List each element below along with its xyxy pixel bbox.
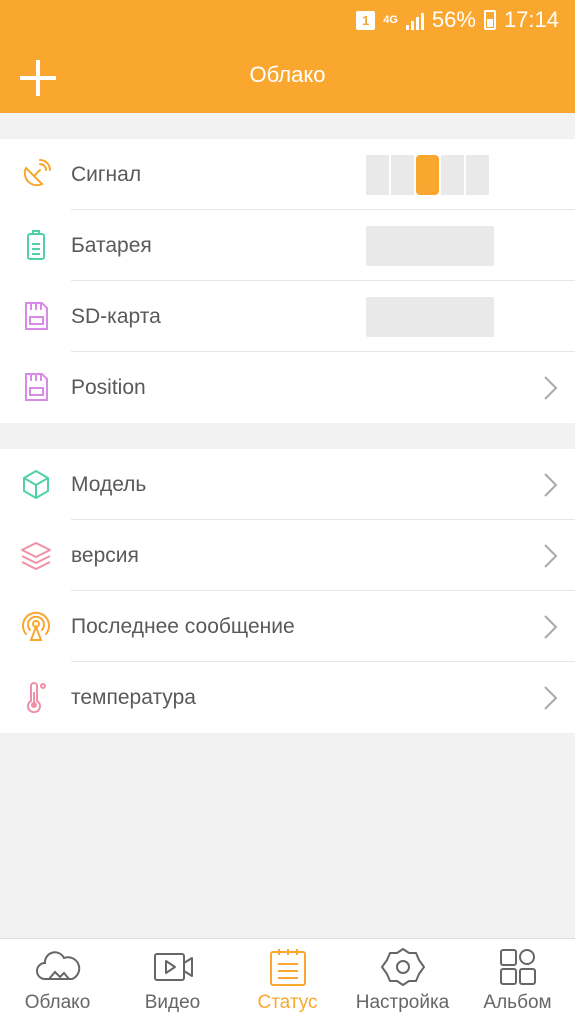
row-sd-card: SD-карта (0, 281, 575, 352)
chevron-right-icon (544, 686, 558, 710)
row-label: Position (71, 376, 146, 399)
sim-indicator: 1 (356, 10, 376, 30)
sd-card-icon (25, 373, 48, 401)
sd-card-value-field (366, 297, 494, 337)
row-label: Сигнал (71, 163, 142, 186)
tab-label: Облако (24, 992, 91, 1013)
battery-status-icon (483, 10, 496, 30)
chevron-right-icon (544, 473, 558, 497)
clipboard-icon (269, 949, 306, 986)
battery-icon (27, 230, 45, 260)
chevron-right-icon (544, 376, 558, 400)
tab-label: Альбом (483, 992, 552, 1013)
device-status-group: Сигнал Батарея SD-карта Position (0, 139, 575, 423)
signal-bar-active (416, 155, 439, 195)
battery-percent: 56% (431, 7, 476, 32)
row-label: Последнее сообщение (71, 615, 295, 638)
satellite-icon (23, 159, 51, 187)
row-label: Модель (71, 473, 147, 496)
video-icon (153, 953, 193, 981)
layers-icon (21, 542, 51, 570)
cloud-icon (35, 951, 80, 980)
tab-label: Настройка (355, 992, 450, 1013)
row-label: SD-карта (71, 305, 161, 328)
thermometer-icon (27, 682, 46, 713)
device-info-group: Модель версия Последнее сообщение темпер… (0, 449, 575, 733)
tab-settings[interactable]: Настройка (345, 939, 460, 1024)
tab-video[interactable]: Видео (115, 939, 230, 1024)
page-title: Облако (249, 62, 326, 87)
tab-status[interactable]: Статус (230, 939, 345, 1024)
tab-cloud[interactable]: Облако (0, 939, 115, 1024)
signal-strength-indicator (366, 155, 489, 195)
row-signal: Сигнал (0, 139, 575, 210)
clock: 17:14 (503, 7, 559, 32)
row-battery: Батарея (0, 210, 575, 281)
chevron-right-icon (544, 615, 558, 639)
tab-album[interactable]: Альбом (460, 939, 575, 1024)
signal-bar (466, 155, 489, 195)
network-type: 4G (383, 13, 398, 26)
signal-bar (366, 155, 389, 195)
cell-signal-icon (405, 11, 424, 30)
tab-label: Видео (144, 992, 201, 1013)
app-header: 1 4G 56% 17:14 Облако (0, 0, 575, 113)
row-label: версия (71, 544, 139, 567)
row-version[interactable]: версия (0, 520, 575, 591)
row-position[interactable]: Position (0, 352, 575, 423)
battery-value-field (366, 226, 494, 266)
row-last-message[interactable]: Последнее сообщение (0, 591, 575, 662)
row-model[interactable]: Модель (0, 449, 575, 520)
gear-icon (380, 948, 425, 986)
cube-icon (23, 470, 49, 499)
row-temperature[interactable]: температура (0, 662, 575, 733)
grid-icon (499, 949, 536, 985)
chevron-right-icon (544, 544, 558, 568)
row-label: температура (71, 686, 196, 709)
sd-card-icon (25, 302, 48, 330)
tab-label: Статус (257, 992, 318, 1013)
status-bar: 1 4G 56% 17:14 (356, 0, 575, 40)
bottom-tab-bar: Облако Видео Статус Настройка Альбом (0, 938, 575, 1024)
signal-bar (391, 155, 414, 195)
broadcast-icon (22, 611, 50, 641)
row-label: Батарея (71, 234, 152, 257)
signal-bar (441, 155, 464, 195)
